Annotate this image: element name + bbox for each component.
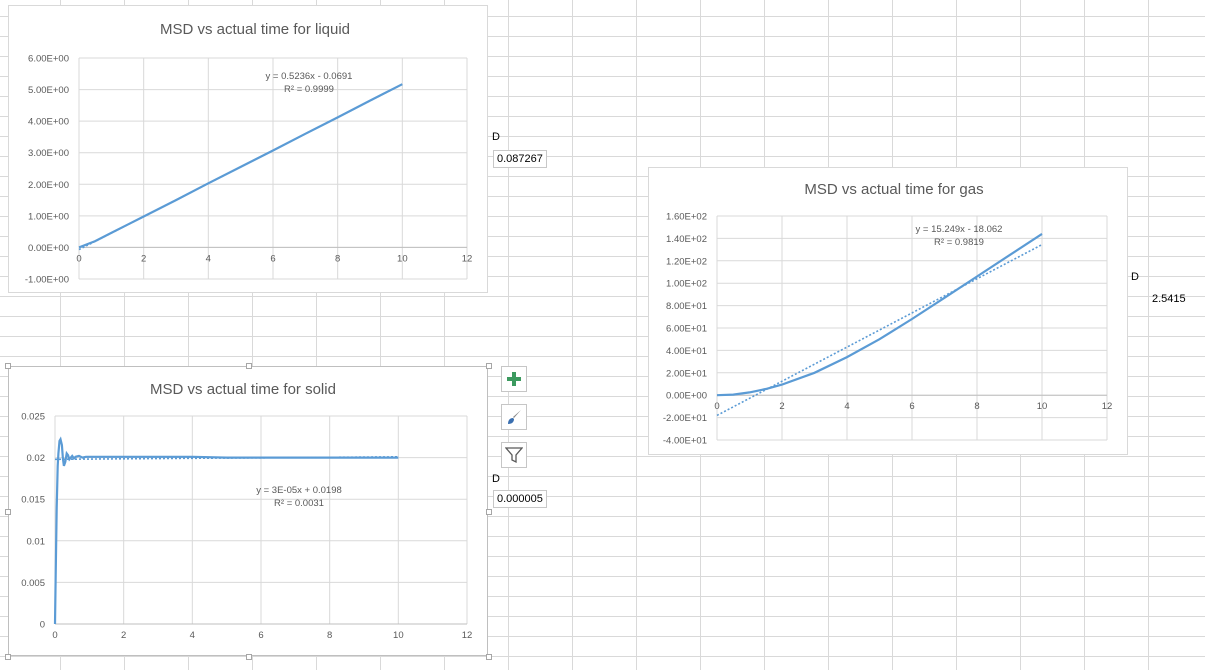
gas-d-value[interactable]: 2.5415 bbox=[1152, 292, 1186, 306]
resize-handle-middle-right[interactable] bbox=[486, 509, 492, 515]
x-tick-label: 0 bbox=[52, 630, 57, 641]
resize-handle-top-middle[interactable] bbox=[246, 363, 252, 369]
chart-title-liquid: MSD vs actual time for liquid bbox=[160, 21, 350, 38]
chart-elements-button[interactable] bbox=[501, 366, 527, 392]
resize-handle-middle-left[interactable] bbox=[5, 509, 11, 515]
chart-liquid[interactable]: MSD vs actual time for liquid -1.00E+00 0.… bbox=[8, 5, 488, 293]
y-tick-label: 1.00E+00 bbox=[28, 211, 69, 222]
x-tick-label: 6 bbox=[909, 401, 914, 412]
x-tick-label: 10 bbox=[393, 630, 404, 641]
resize-handle-top-left[interactable] bbox=[5, 363, 11, 369]
y-tick-label: 2.00E+00 bbox=[28, 180, 69, 191]
trendline-r-squared-solid: R² = 0.0031 bbox=[274, 498, 324, 509]
x-tick-label: 4 bbox=[190, 630, 195, 641]
y-tick-label: -2.00E+01 bbox=[663, 413, 707, 424]
x-tick-label: 8 bbox=[327, 630, 332, 641]
chart-filters-button[interactable] bbox=[501, 442, 527, 468]
y-tick-label: 5.00E+00 bbox=[28, 85, 69, 96]
y-tick-label: 0.01 bbox=[27, 536, 46, 547]
y-tick-label: 0.025 bbox=[21, 412, 45, 423]
x-tick-label: 4 bbox=[844, 401, 849, 412]
trendline-equation-gas: y = 15.249x - 18.062 bbox=[916, 224, 1003, 235]
y-tick-label: 1.40E+02 bbox=[666, 234, 707, 245]
x-tick-label: 10 bbox=[1037, 401, 1048, 412]
y-tick-label: 0.00E+00 bbox=[28, 243, 69, 254]
x-tick-label: 12 bbox=[462, 253, 473, 264]
y-tick-label: 4.00E+01 bbox=[666, 346, 707, 357]
y-tick-label: 0.015 bbox=[21, 495, 45, 506]
resize-handle-bottom-right[interactable] bbox=[486, 654, 492, 660]
x-tick-label: 10 bbox=[397, 253, 408, 264]
chart-solid-svg: MSD vs actual time for solid 0 0.005 0.01 0.… bbox=[21, 381, 473, 641]
series-line-solid bbox=[53, 436, 399, 625]
x-tick-label: 2 bbox=[779, 401, 784, 412]
x-tick-label: 0 bbox=[714, 401, 719, 412]
y-tick-label: 6.00E+00 bbox=[28, 54, 69, 65]
trendline-equation-liquid: y = 0.5236x - 0.0691 bbox=[266, 71, 353, 82]
x-tick-label: 12 bbox=[1102, 401, 1113, 412]
chart-liquid-svg: MSD vs actual time for liquid -1.00E+00 0.… bbox=[25, 21, 473, 286]
x-tick-label: 8 bbox=[335, 253, 340, 264]
x-tick-label: 6 bbox=[258, 630, 263, 641]
chart-title-solid: MSD vs actual time for solid bbox=[150, 381, 336, 398]
x-tick-label: 2 bbox=[121, 630, 126, 641]
trendline-equation-solid: y = 3E-05x + 0.0198 bbox=[256, 485, 342, 496]
y-tick-label: 1.20E+02 bbox=[666, 256, 707, 267]
series-line-gas bbox=[716, 232, 1043, 397]
y-tick-label: 1.60E+02 bbox=[666, 212, 707, 223]
y-tick-label: 0.005 bbox=[21, 578, 45, 589]
y-tick-label: 6.00E+01 bbox=[666, 324, 707, 335]
filter-icon bbox=[505, 447, 523, 464]
solid-d-label[interactable]: D bbox=[492, 472, 500, 486]
liquid-d-label[interactable]: D bbox=[492, 130, 500, 144]
y-tick-label: 2.00E+01 bbox=[666, 368, 707, 379]
y-tick-label: 0 bbox=[40, 620, 45, 631]
y-tick-label: 0.00E+00 bbox=[666, 391, 707, 402]
liquid-d-value[interactable]: 0.087267 bbox=[493, 150, 547, 168]
resize-handle-bottom-middle[interactable] bbox=[246, 654, 252, 660]
chart-title-gas: MSD vs actual time for gas bbox=[804, 181, 983, 198]
trendline-r-squared-liquid: R² = 0.9999 bbox=[284, 84, 334, 95]
x-tick-label: 0 bbox=[76, 253, 81, 264]
x-tick-label: 12 bbox=[462, 630, 473, 641]
chart-styles-button[interactable] bbox=[501, 404, 527, 430]
y-tick-label: 0.02 bbox=[27, 453, 46, 464]
plus-icon bbox=[507, 372, 521, 386]
resize-handle-bottom-left[interactable] bbox=[5, 654, 11, 660]
chart-gas[interactable]: MSD vs actual time for gas -4.00E+01 -2.00… bbox=[648, 167, 1128, 455]
y-tick-label: 3.00E+00 bbox=[28, 148, 69, 159]
y-tick-label: -1.00E+00 bbox=[25, 275, 69, 286]
brush-icon bbox=[508, 410, 521, 424]
chart-solid[interactable]: MSD vs actual time for solid 0 0.005 0.01 0.… bbox=[5, 363, 492, 660]
x-tick-label: 4 bbox=[206, 253, 211, 264]
solid-d-value[interactable]: 0.000005 bbox=[493, 490, 547, 508]
gas-d-label[interactable]: D bbox=[1131, 270, 1139, 284]
x-tick-label: 8 bbox=[974, 401, 979, 412]
x-tick-label: 6 bbox=[270, 253, 275, 264]
y-tick-label: 1.00E+02 bbox=[666, 279, 707, 290]
resize-handle-top-right[interactable] bbox=[486, 363, 492, 369]
x-tick-label: 2 bbox=[141, 253, 146, 264]
y-tick-label: 8.00E+01 bbox=[666, 301, 707, 312]
y-tick-label: -4.00E+01 bbox=[663, 436, 707, 447]
chart-gas-svg: MSD vs actual time for gas -4.00E+01 -2.00… bbox=[663, 181, 1113, 447]
trendline-r-squared-gas: R² = 0.9819 bbox=[934, 237, 984, 248]
y-tick-label: 4.00E+00 bbox=[28, 117, 69, 128]
